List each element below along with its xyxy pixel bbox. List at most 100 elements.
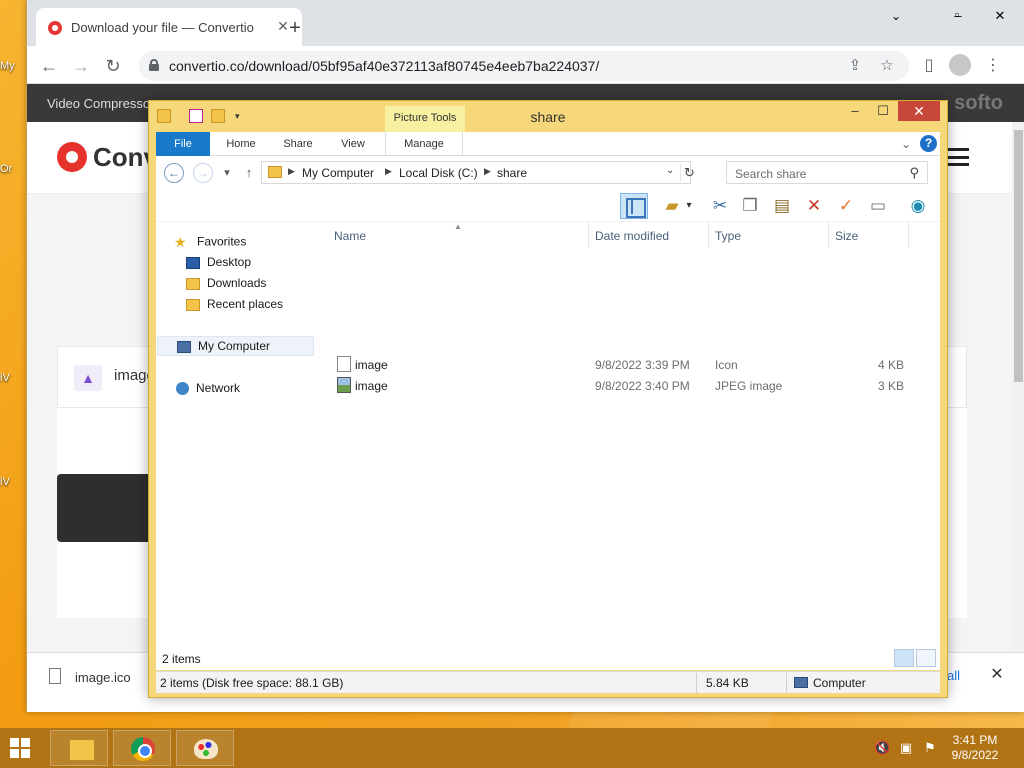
softo-logo[interactable]: softo (954, 92, 1003, 115)
start-button[interactable] (10, 738, 30, 758)
ribbon-tabs: File Home Share View Manage ⌄ ? (156, 132, 940, 156)
volume-muted-icon[interactable]: 🔇 (874, 740, 890, 756)
taskbar-paint-icon[interactable] (176, 730, 234, 766)
properties-icon[interactable]: ▭ (864, 193, 892, 219)
refresh-icon[interactable]: ↻ (680, 164, 698, 182)
scroll-thumb[interactable] (1014, 130, 1023, 382)
nav-downloads-label: Downloads (207, 276, 267, 290)
copy-icon[interactable]: ❐ (736, 193, 764, 219)
nav-downloads[interactable]: Downloads (186, 276, 266, 296)
tab-file[interactable]: File (156, 132, 210, 156)
nav-favorites[interactable]: ★ Favorites (174, 234, 246, 254)
globe-icon[interactable]: ◉ (904, 193, 932, 219)
menu-kebab-icon[interactable]: ⋮ (981, 54, 1005, 78)
profile-avatar[interactable] (949, 54, 971, 76)
taskbar-chrome-icon[interactable] (113, 730, 171, 766)
chevron-right-icon[interactable]: ▶ (484, 166, 491, 177)
browser-tab[interactable]: Download your file — Convertio ✕ (36, 8, 302, 46)
download-item[interactable]: image.ico (75, 670, 131, 685)
tab-home[interactable]: Home (218, 132, 264, 156)
help-icon[interactable]: ? (920, 135, 937, 152)
folder-icon (268, 166, 282, 178)
paste-icon[interactable]: ▤ (768, 193, 796, 219)
restore-button[interactable]: ▫ (947, 5, 967, 25)
nav-network-label: Network (196, 381, 241, 395)
action-center-icon[interactable]: ⚑ (922, 740, 938, 756)
preview-pane-icon[interactable] (620, 193, 648, 219)
column-divider[interactable] (588, 222, 589, 248)
dropdown-arrow-icon[interactable]: ▾ (682, 193, 696, 219)
address-bar[interactable]: convertio.co/download/05bf95af40e372113a… (139, 51, 909, 81)
address-dropdown-icon[interactable]: ⌄ (666, 165, 674, 176)
computer-icon (177, 340, 191, 353)
browser-toolbar: ← → ↻ convertio.co/download/05bf95af40e3… (27, 46, 1024, 84)
system-clock[interactable]: 3:41 PM 9/8/2022 (940, 733, 1010, 763)
nav-desktop[interactable]: Desktop (186, 255, 251, 275)
file-name: image (355, 379, 388, 393)
file-date: 9/8/2022 3:40 PM (595, 379, 690, 393)
delete-icon[interactable]: ✕ (800, 193, 828, 219)
breadcrumb-share[interactable]: share (497, 166, 527, 180)
nav-my-computer[interactable]: My Computer (157, 336, 314, 356)
breadcrumb-my-computer[interactable]: My Computer (302, 166, 374, 180)
bookmark-star-icon[interactable]: ☆ (877, 56, 897, 76)
column-divider[interactable] (828, 222, 829, 248)
maximize-button[interactable]: ☐ (869, 101, 897, 121)
reload-icon[interactable]: ↻ (101, 54, 125, 78)
desktop-icon-label[interactable]: Or (0, 163, 12, 175)
taskbar-explorer-icon[interactable] (50, 730, 108, 766)
chevron-right-icon[interactable]: ▶ (385, 166, 392, 177)
minimize-button[interactable]: – (841, 101, 869, 121)
show-all-link[interactable]: all (947, 668, 960, 683)
column-header-date[interactable]: Date modified (595, 229, 669, 243)
forward-arrow-icon[interactable]: → (69, 54, 93, 78)
search-placeholder: Search share (735, 167, 807, 181)
close-window-button[interactable]: ✕ (898, 101, 940, 121)
nav-network[interactable]: Network (176, 381, 240, 401)
address-bar[interactable]: ▶ My Computer ▶ Local Disk (C:) ▶ share … (261, 161, 695, 184)
desktop-icon (186, 256, 200, 269)
desktop-icon-label[interactable]: iV (0, 476, 10, 488)
side-panel-icon[interactable]: ▯ (917, 54, 941, 78)
column-header-name[interactable]: Name (334, 229, 366, 243)
details-view-icon[interactable] (894, 649, 914, 667)
taskbar: 🔇 ▣ ⚑ 3:41 PM 9/8/2022 (0, 728, 1024, 768)
explorer-title-bar[interactable]: ▾ Picture Tools share – ☐ ✕ (149, 101, 947, 132)
close-icon[interactable]: ✕ (987, 665, 1007, 685)
large-icons-view-icon[interactable] (916, 649, 936, 667)
tab-manage[interactable]: Manage (385, 132, 463, 156)
desktop-icon-label[interactable]: My (0, 60, 15, 72)
tab-view[interactable]: View (332, 132, 374, 156)
search-icon[interactable]: ⚲ (909, 165, 919, 181)
tab-search-icon[interactable]: ⌄ (879, 6, 913, 26)
close-window-button[interactable]: ✕ (983, 6, 1017, 26)
tab-share[interactable]: Share (274, 132, 322, 156)
desktop-icon-label[interactable]: iV (0, 372, 10, 384)
lock-icon (149, 59, 159, 71)
column-divider[interactable] (708, 222, 709, 248)
up-arrow-icon[interactable]: ↑ (242, 166, 256, 180)
new-tab-button[interactable]: + (283, 16, 307, 40)
column-divider[interactable] (908, 222, 909, 248)
forward-arrow-icon[interactable]: → (193, 163, 213, 183)
cut-icon[interactable]: ✂ (706, 193, 734, 219)
network-status-icon[interactable]: ▣ (898, 740, 914, 756)
back-arrow-icon[interactable]: ← (37, 54, 61, 78)
column-header-type[interactable]: Type (715, 229, 741, 243)
nav-recent-places[interactable]: Recent places (186, 297, 283, 317)
recent-locations-icon[interactable]: ▾ (220, 166, 234, 180)
convertio-logo-icon[interactable] (57, 142, 87, 172)
share-icon[interactable]: ⇪ (845, 56, 865, 76)
column-header-size[interactable]: Size (835, 229, 858, 243)
back-arrow-icon[interactable]: ← (164, 163, 184, 183)
chevron-right-icon[interactable]: ▶ (288, 166, 295, 177)
rename-check-icon[interactable]: ✓ (832, 193, 860, 219)
file-size: 4 KB (878, 358, 905, 372)
breadcrumb-local-disk[interactable]: Local Disk (C:) (399, 166, 478, 180)
search-input[interactable]: Search share ⚲ (726, 161, 928, 184)
page-scrollbar[interactable] (1012, 122, 1024, 652)
image-file-icon: ▲ (74, 365, 102, 391)
expand-ribbon-icon[interactable]: ⌄ (898, 136, 914, 152)
hamburger-menu-icon[interactable] (947, 148, 969, 166)
site-nav-link[interactable]: Video Compressor (47, 96, 154, 111)
